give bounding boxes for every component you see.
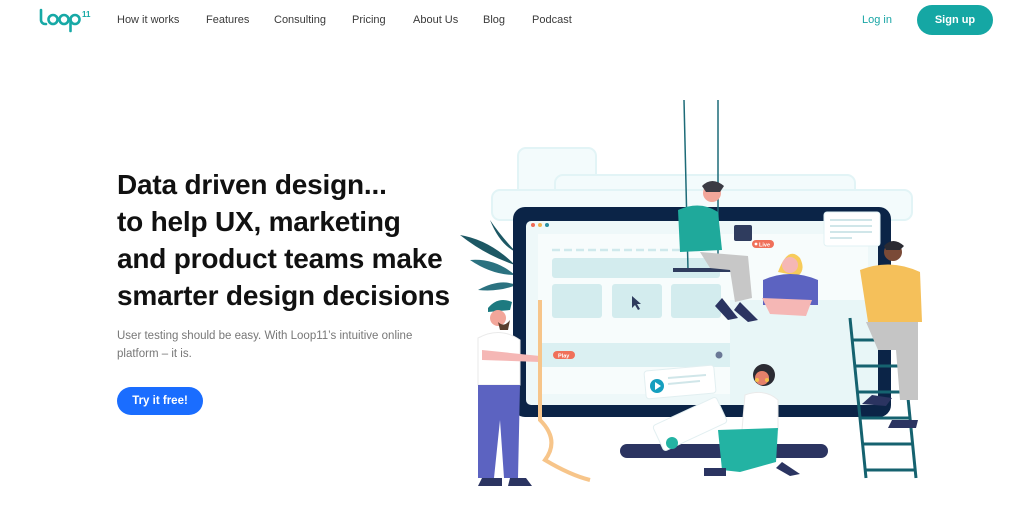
hero-illustration: Play Live: [460, 99, 922, 486]
loop11-logo[interactable]: 11: [38, 7, 94, 33]
hero-headline: Data driven design... to help UX, market…: [117, 166, 450, 314]
record-icon[interactable]: [666, 437, 678, 449]
speech-bubble: [823, 211, 881, 247]
nav-item-pricing[interactable]: Pricing: [352, 14, 386, 26]
video-card: [643, 364, 717, 400]
nav-item-podcast[interactable]: Podcast: [532, 14, 572, 26]
top-navigation: 11 How it works Features Consulting Pric…: [0, 0, 1024, 40]
try-it-free-button[interactable]: Try it free!: [117, 387, 203, 415]
headline-line: Data driven design...: [117, 169, 387, 200]
signup-button[interactable]: Sign up: [917, 5, 993, 35]
headline-line: and product teams make: [117, 243, 443, 274]
nav-item-consulting[interactable]: Consulting: [274, 14, 326, 26]
plant-icon: [460, 220, 516, 291]
nav-item-features[interactable]: Features: [206, 14, 249, 26]
nav-item-blog[interactable]: Blog: [483, 14, 505, 26]
play-badge-label: Play: [558, 354, 570, 360]
hero-subtext: User testing should be easy. With Loop11…: [117, 330, 413, 360]
headline-line: smarter design decisions: [117, 280, 450, 311]
headline-line: to help UX, marketing: [117, 206, 401, 237]
nav-item-about-us[interactable]: About Us: [413, 14, 458, 26]
logo-superscript: 11: [82, 10, 91, 19]
nav-item-how-it-works[interactable]: How it works: [117, 14, 179, 26]
live-badge-label: Live: [759, 243, 770, 249]
login-link[interactable]: Log in: [862, 14, 892, 26]
